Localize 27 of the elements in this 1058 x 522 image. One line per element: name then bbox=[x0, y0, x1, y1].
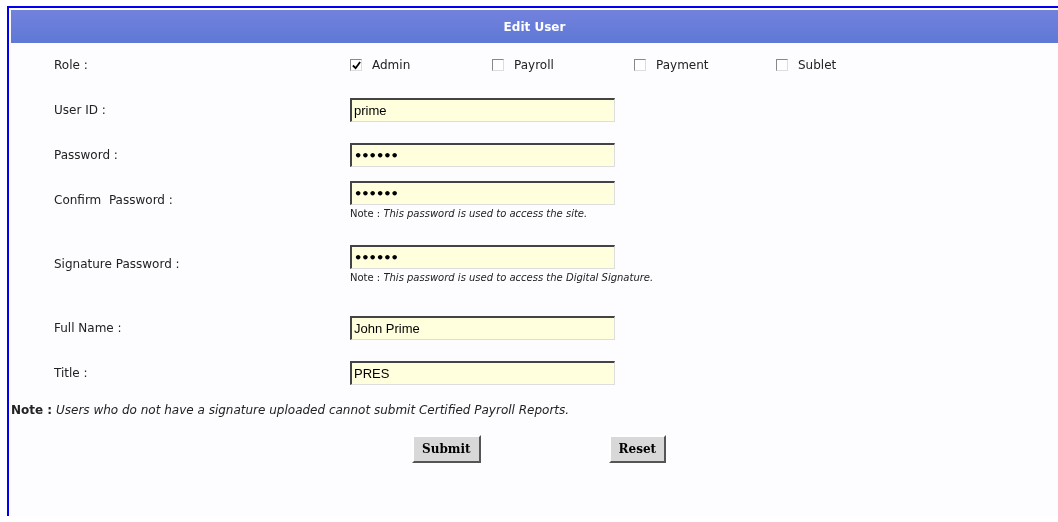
field-label: User ID : bbox=[54, 102, 107, 117]
reset-button[interactable]: Reset bbox=[608, 435, 667, 463]
input-field[interactable]: John Prime bbox=[350, 315, 615, 340]
checkbox-label: Sublet bbox=[798, 58, 837, 72]
field-label: Password : bbox=[54, 147, 119, 162]
input-field[interactable]: PRES bbox=[350, 360, 615, 385]
field-label: Title : bbox=[54, 365, 89, 380]
password-field[interactable]: •••••• bbox=[350, 245, 615, 269]
field-label: Confirm Password : bbox=[54, 193, 174, 207]
field-label: Signature Password : bbox=[54, 257, 181, 271]
note-text: Note : Users who do not have a signature uploaded cannot submit Certified Payroll Reports. bbox=[10, 402, 571, 417]
checkbox[interactable] bbox=[492, 59, 504, 71]
input-field[interactable]: prime bbox=[350, 97, 615, 122]
submit-button[interactable]: Submit bbox=[412, 435, 481, 463]
checkbox[interactable] bbox=[634, 59, 646, 71]
checkbox[interactable] bbox=[776, 59, 788, 71]
password-field[interactable]: •••••• bbox=[350, 181, 615, 205]
field-label: Role : bbox=[54, 58, 89, 72]
checkbox-label: Admin bbox=[372, 58, 411, 72]
form-title: Edit User bbox=[503, 19, 566, 34]
field-label: Full Name : bbox=[54, 320, 123, 335]
checkbox-label: Payroll bbox=[514, 58, 554, 72]
password-field[interactable]: •••••• bbox=[350, 142, 615, 167]
checkbox[interactable] bbox=[350, 59, 362, 71]
checkbox-label: Payment bbox=[656, 58, 709, 72]
field-note: Note : This password is used to access the site. bbox=[350, 208, 589, 219]
field-note: Note : This password is used to access the Digital Signature. bbox=[350, 272, 654, 283]
